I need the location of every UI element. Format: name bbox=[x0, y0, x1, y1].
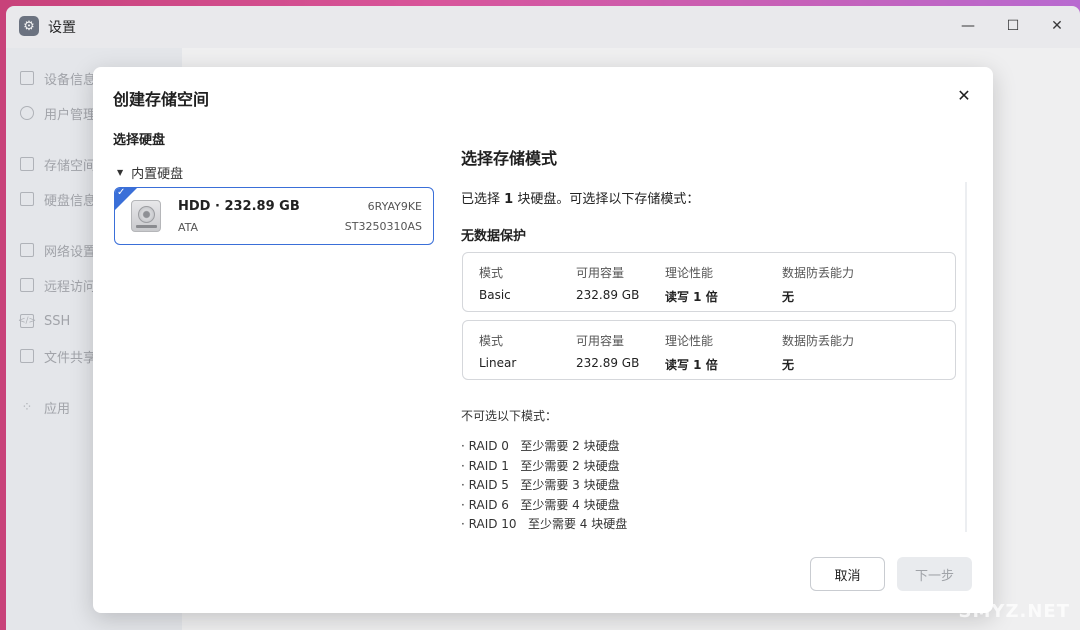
select-disk-heading: 选择硬盘 bbox=[113, 133, 166, 148]
close-icon[interactable]: ✕ bbox=[955, 87, 973, 105]
mode-option-basic[interactable]: 模式 可用容量 理论性能 数据防丢能力 Basic 232.89 GB 读写 1… bbox=[462, 252, 956, 312]
mode-desc-suffix: 块硬盘。可选择以下存储模式： bbox=[517, 192, 700, 207]
no-protection-label: 无数据保护 bbox=[461, 229, 527, 244]
header-protection: 数据防丢能力 bbox=[782, 266, 855, 280]
header-capacity: 可用容量 bbox=[576, 334, 625, 348]
disk-serial: 6RYAY9KE bbox=[367, 200, 422, 213]
mode-capacity: 232.89 GB bbox=[576, 288, 640, 302]
header-performance: 理论性能 bbox=[665, 334, 714, 348]
header-performance: 理论性能 bbox=[665, 266, 714, 280]
unavailable-mode-item: · RAID 10 至少需要 4 块硬盘 bbox=[461, 517, 628, 531]
mode-protection: 无 bbox=[782, 358, 795, 372]
disk-interface: ATA bbox=[178, 221, 199, 234]
mode-name: Linear bbox=[479, 356, 517, 370]
scrollbar-track[interactable] bbox=[965, 182, 967, 532]
next-button[interactable]: 下一步 bbox=[897, 557, 972, 591]
unavailable-mode-item: · RAID 5 至少需要 3 块硬盘 bbox=[461, 478, 620, 492]
mode-performance: 读写 1 倍 bbox=[665, 290, 718, 304]
dialog-title: 创建存储空间 bbox=[113, 90, 210, 109]
mode-option-linear[interactable]: 模式 可用容量 理论性能 数据防丢能力 Linear 232.89 GB 读写 … bbox=[462, 320, 956, 380]
mode-performance: 读写 1 倍 bbox=[665, 358, 718, 372]
header-protection: 数据防丢能力 bbox=[782, 334, 855, 348]
create-storage-dialog: 创建存储空间 ✕ 选择硬盘 ▼ 内置硬盘 ✓ HDD · 232.89 GB A… bbox=[93, 67, 993, 613]
checkmark-icon: ✓ bbox=[117, 187, 126, 198]
unavailable-mode-item: · RAID 1 至少需要 2 块硬盘 bbox=[461, 459, 620, 473]
hdd-icon bbox=[131, 200, 161, 232]
disk-model: ST3250310AS bbox=[344, 220, 422, 233]
mode-capacity: 232.89 GB bbox=[576, 356, 640, 370]
mode-protection: 无 bbox=[782, 290, 795, 304]
select-mode-heading: 选择存储模式 bbox=[461, 149, 558, 168]
unavailable-modes-title: 不可选以下模式： bbox=[461, 409, 558, 423]
header-mode: 模式 bbox=[479, 266, 504, 280]
header-capacity: 可用容量 bbox=[576, 266, 625, 280]
caret-down-icon: ▼ bbox=[117, 168, 124, 177]
watermark: SMYZ.NET bbox=[958, 601, 1070, 622]
mode-name: Basic bbox=[479, 288, 511, 302]
mode-desc-prefix: 已选择 bbox=[461, 192, 501, 207]
mode-description: 已选择 1 块硬盘。可选择以下存储模式： bbox=[461, 188, 699, 207]
unavailable-mode-item: · RAID 0 至少需要 2 块硬盘 bbox=[461, 439, 620, 453]
unavailable-mode-item: · RAID 6 至少需要 4 块硬盘 bbox=[461, 498, 620, 512]
tree-node-label: 内置硬盘 bbox=[131, 167, 184, 182]
selected-disk-count: 1 bbox=[504, 192, 514, 207]
header-mode: 模式 bbox=[479, 334, 504, 348]
cancel-button[interactable]: 取消 bbox=[810, 557, 885, 591]
tree-node-internal-disks[interactable]: ▼ 内置硬盘 bbox=[117, 163, 183, 182]
disk-card[interactable]: ✓ HDD · 232.89 GB ATA 6RYAY9KE ST3250310… bbox=[114, 187, 434, 245]
disk-name: HDD · 232.89 GB bbox=[178, 199, 300, 214]
